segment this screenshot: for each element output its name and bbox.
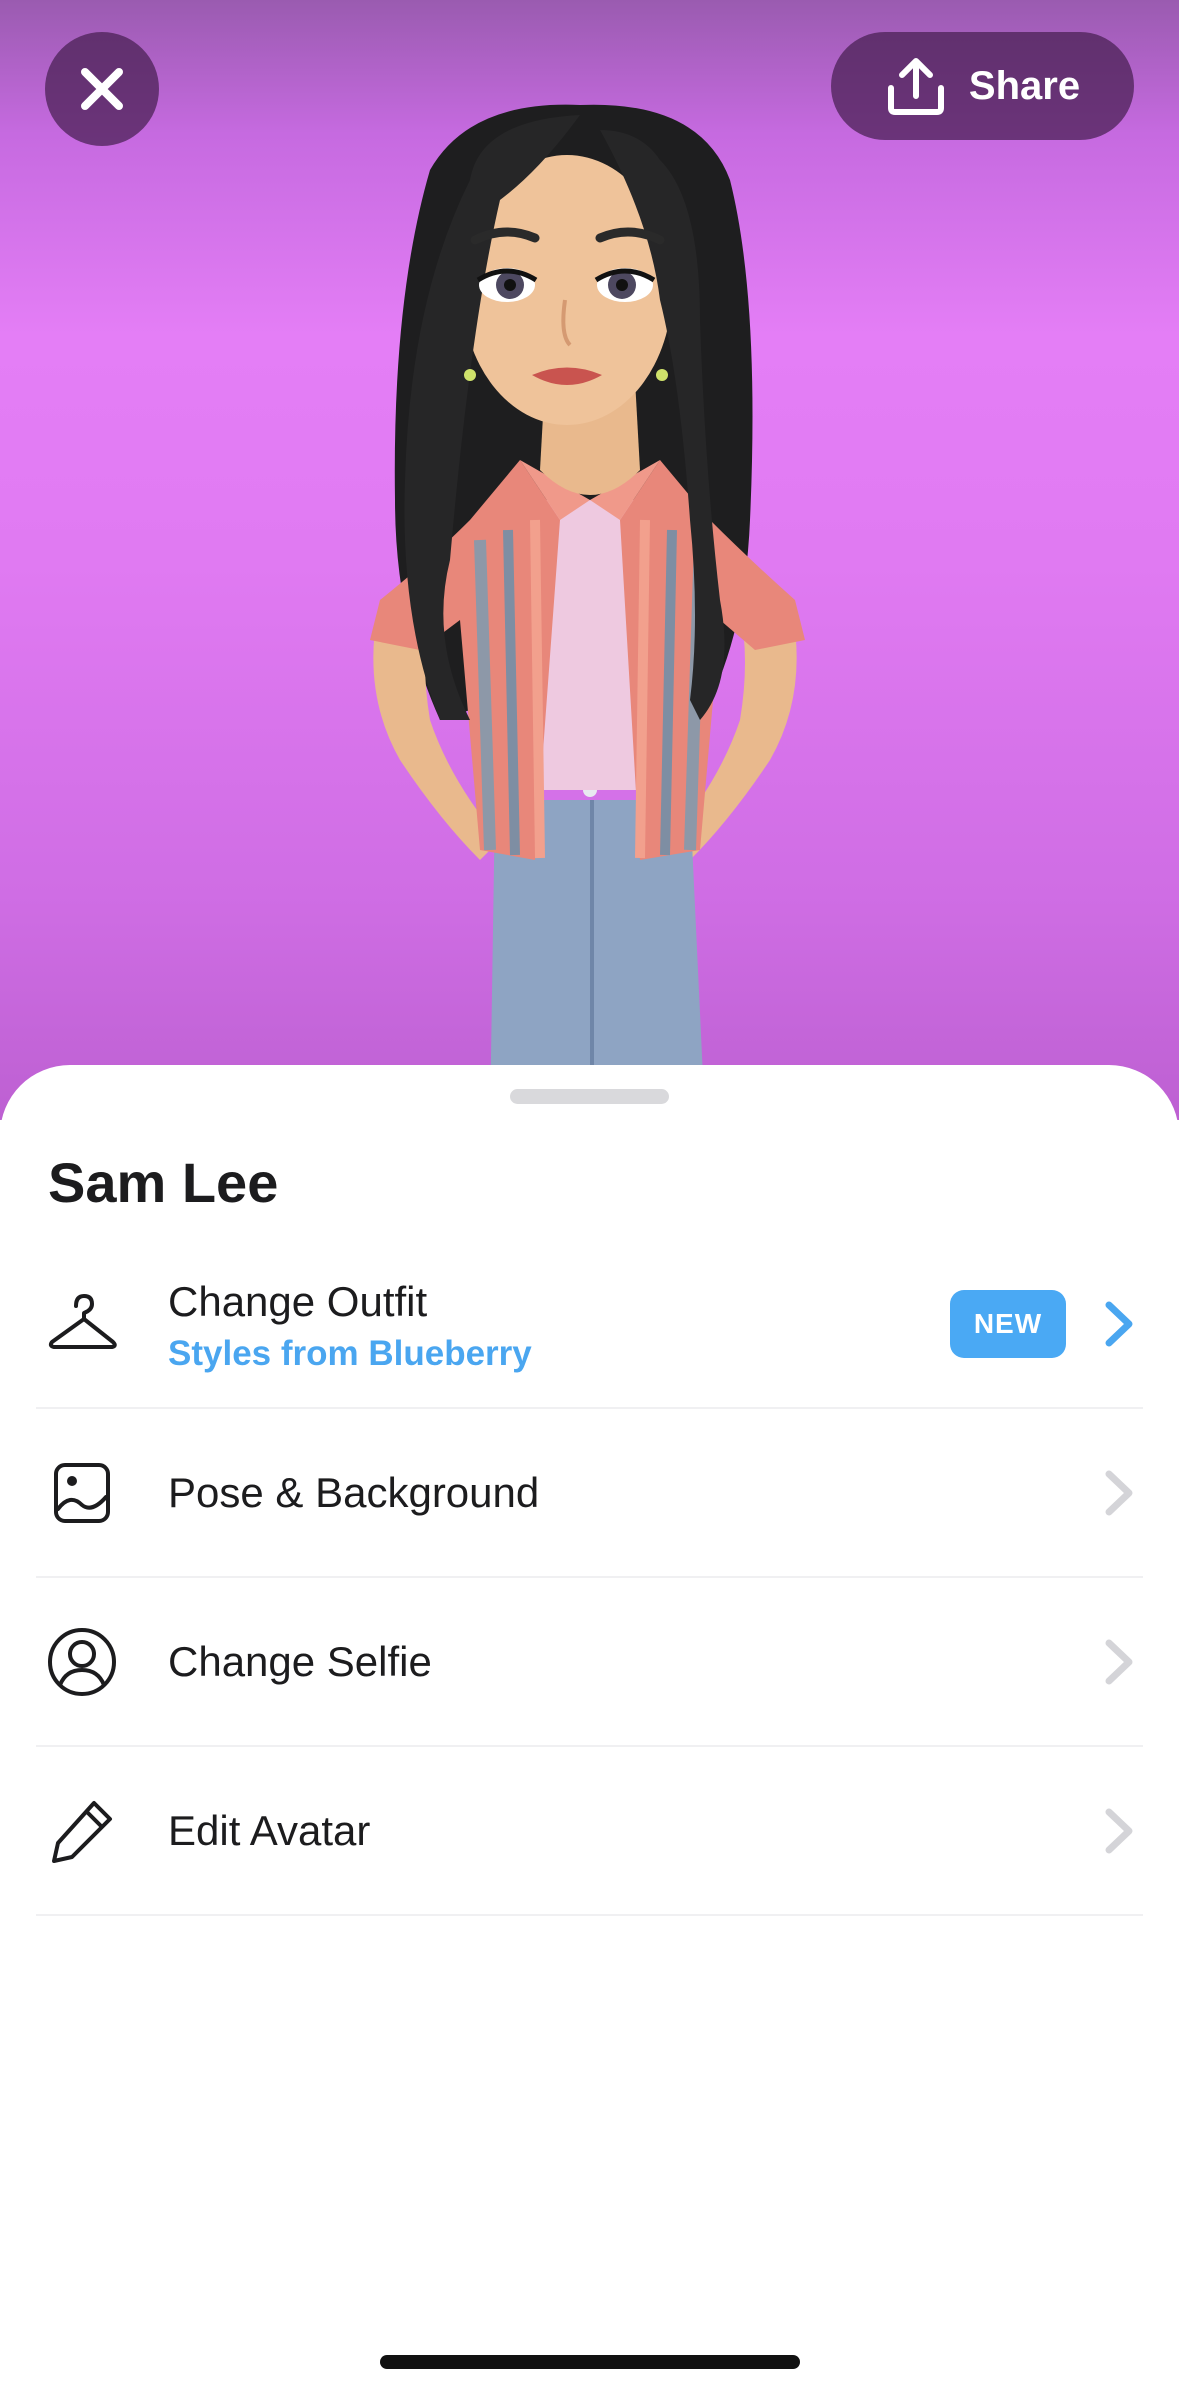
pencil-icon	[52, 1800, 112, 1863]
person-circle-icon	[48, 1627, 116, 1696]
chevron-right-icon	[1105, 1470, 1133, 1515]
avatar-stage: Share	[0, 0, 1179, 1120]
hanger-icon	[48, 1293, 117, 1349]
upload-icon	[887, 58, 944, 115]
edit-avatar-row[interactable]: Edit Avatar	[36, 1747, 1143, 1916]
change-outfit-row[interactable]: Change Outfit Styles from Blueberry NEW	[36, 1240, 1143, 1409]
chevron-right-icon	[1105, 1808, 1133, 1853]
avatar-screen: Share Sam Lee Change Outfit Styles from …	[0, 0, 1179, 2396]
change-selfie-row[interactable]: Change Selfie	[36, 1578, 1143, 1747]
avatar-options-sheet: Sam Lee Change Outfit Styles from Bluebe…	[0, 1065, 1179, 2396]
share-button[interactable]: Share	[831, 32, 1134, 140]
options-list: Change Outfit Styles from Blueberry NEW …	[0, 1240, 1179, 1916]
pose-background-row[interactable]: Pose & Background	[36, 1409, 1143, 1578]
user-name-title: Sam Lee	[48, 1151, 279, 1214]
change-outfit-sublabel: Styles from Blueberry	[168, 1334, 532, 1373]
chevron-right-icon	[1105, 1301, 1133, 1346]
change-outfit-label: Change Outfit	[168, 1278, 428, 1325]
pose-background-label: Pose & Background	[168, 1468, 540, 1516]
home-indicator[interactable]	[380, 2355, 800, 2369]
close-icon	[81, 68, 123, 110]
bitmoji-avatar	[370, 104, 805, 1120]
chevron-right-icon	[1105, 1639, 1133, 1684]
change-selfie-label: Change Selfie	[168, 1637, 432, 1685]
sheet-grabber[interactable]	[510, 1089, 669, 1104]
share-label: Share	[968, 63, 1081, 108]
edit-avatar-label: Edit Avatar	[168, 1806, 371, 1854]
new-badge: NEW	[950, 1289, 1066, 1358]
photo-frame-icon	[54, 1462, 110, 1523]
close-button[interactable]	[45, 32, 159, 146]
